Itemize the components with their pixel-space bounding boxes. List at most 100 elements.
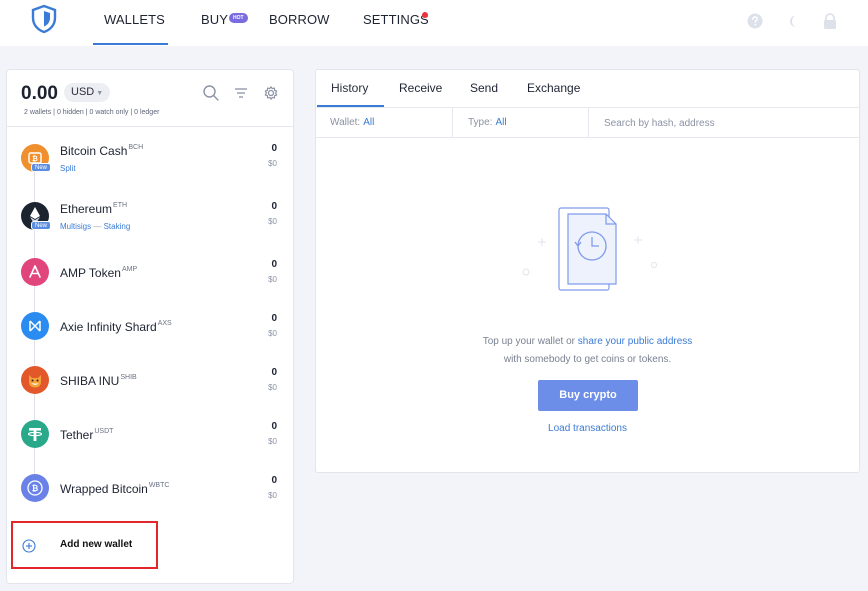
wallet-ticker: AMP	[121, 266, 138, 273]
wallet-amount: 0	[271, 143, 277, 154]
wallet-amount: 0	[271, 475, 277, 486]
wallet-fiat: $0	[268, 437, 277, 446]
moon-icon[interactable]	[784, 12, 802, 30]
wallet-ticker: WBTC	[148, 482, 170, 489]
wallet-fiat: $0	[268, 159, 277, 168]
type-filter-dropdown[interactable]: Type: All	[468, 108, 507, 138]
nav-buy[interactable]: BUY	[201, 12, 228, 27]
tab-active-underline	[317, 105, 384, 107]
wallets-summary: 0.00 USD ▼ 2 wallets | 0 hidden | 0 watch…	[7, 70, 293, 127]
svg-text:₿: ₿	[32, 155, 38, 163]
tab-history[interactable]: History	[331, 81, 368, 95]
transactions-panel: History Receive Send Exchange Wallet: All…	[315, 69, 860, 473]
lock-icon[interactable]	[821, 12, 839, 30]
transaction-filters: Wallet: All Type: All	[316, 108, 859, 138]
wallet-row-bitcoin-cash[interactable]: ₿ New Bitcoin CashBCH Split 0 $0	[7, 128, 293, 182]
wallet-fiat: $0	[268, 217, 277, 226]
filter-divider	[588, 108, 589, 138]
wallet-row-shiba-inu[interactable]: SHIBA INUSHIB 0 $0	[7, 352, 293, 406]
wallet-amount: 0	[271, 201, 277, 212]
transaction-search-input[interactable]	[604, 115, 844, 131]
wallet-name-text: Bitcoin Cash	[60, 144, 128, 158]
wallet-amount: 0	[271, 259, 277, 270]
sub-separator: —	[93, 222, 102, 231]
nav-settings[interactable]: SETTINGS	[363, 12, 429, 27]
wallet-filter-dropdown[interactable]: Wallet: All	[330, 108, 374, 138]
svg-text:₿: ₿	[32, 484, 39, 493]
settings-notification-dot	[422, 12, 428, 18]
wallet-sub-links: Multisigs — Staking	[60, 222, 130, 231]
wallet-amount: 0	[271, 421, 277, 432]
search-icon[interactable]	[202, 84, 220, 102]
nav-borrow[interactable]: BORROW	[269, 12, 330, 27]
nav-wallets[interactable]: WALLETS	[104, 12, 165, 27]
empty-history-illustration-icon	[522, 207, 657, 291]
chevron-down-icon: ▼	[96, 90, 104, 97]
add-new-wallet-label: Add new wallet	[60, 539, 133, 550]
wallet-fiat: $0	[268, 275, 277, 284]
wallet-split-link[interactable]: Split	[60, 164, 76, 173]
load-transactions-link[interactable]: Load transactions	[316, 423, 859, 434]
wallet-row-ethereum[interactable]: New EthereumETH Multisigs — Staking 0 $0	[7, 186, 293, 240]
wallet-row-axie-infinity-shard[interactable]: Axie Infinity ShardAXS 0 $0	[7, 298, 293, 352]
staking-link[interactable]: Staking	[104, 222, 131, 231]
new-badge: New	[31, 163, 52, 172]
wallet-ticker: SHIB	[120, 374, 137, 381]
hot-badge: HOT	[229, 13, 248, 23]
wallet-name-text: Wrapped Bitcoin	[60, 482, 148, 496]
wallet-name: TetherUSDT	[60, 428, 113, 442]
wallet-name-text: Ethereum	[60, 202, 113, 216]
amp-icon	[21, 258, 49, 286]
multisigs-link[interactable]: Multisigs	[60, 222, 91, 231]
wallet-ticker: AXS	[157, 320, 172, 327]
new-badge: New	[31, 221, 52, 230]
wallet-row-tether[interactable]: TetherUSDT 0 $0	[7, 406, 293, 460]
wallet-ticker: USDT	[94, 428, 114, 435]
wallet-amount: 0	[271, 367, 277, 378]
tab-receive[interactable]: Receive	[399, 81, 442, 95]
wallet-name-text: AMP Token	[60, 266, 121, 280]
buy-crypto-button[interactable]: Buy crypto	[538, 380, 638, 411]
wallet-filter-value: All	[363, 117, 375, 128]
shiba-inu-icon	[21, 366, 49, 394]
wallet-fiat: $0	[268, 491, 277, 500]
wallet-filter-label: Wallet:	[330, 117, 361, 128]
wallet-stats: 2 wallets | 0 hidden | 0 watch only | 0 …	[24, 109, 160, 116]
share-address-link[interactable]: share your public address	[578, 336, 693, 347]
type-filter-value: All	[495, 117, 507, 128]
transaction-tabs: History Receive Send Exchange	[316, 70, 859, 108]
wallet-row-wrapped-bitcoin[interactable]: ₿ Wrapped BitcoinWBTC 0 $0	[7, 460, 293, 514]
empty-state-message: Top up your wallet or share your public …	[316, 336, 859, 347]
help-icon[interactable]	[746, 12, 764, 30]
wallet-ticker: BCH	[128, 144, 144, 151]
wallet-fiat: $0	[268, 383, 277, 392]
wallet-name: Bitcoin CashBCH	[60, 144, 143, 158]
empty-state-message-2: with somebody to get coins or tokens.	[503, 354, 672, 365]
tether-icon	[21, 420, 49, 448]
filter-divider	[452, 108, 453, 138]
shield-logo-icon[interactable]	[31, 4, 57, 34]
wallet-name-text: Axie Infinity Shard	[60, 320, 157, 334]
wallet-name-text: SHIBA INU	[60, 374, 120, 388]
tab-send[interactable]: Send	[470, 81, 498, 95]
tab-exchange[interactable]: Exchange	[527, 81, 580, 95]
wallet-fiat: $0	[268, 329, 277, 338]
top-navigation-bar: WALLETS BUY HOT BORROW SETTINGS	[0, 0, 868, 46]
empty-state-text: Top up your wallet or	[482, 336, 575, 347]
gear-icon[interactable]	[262, 84, 280, 102]
wallet-row-amp-token[interactable]: AMP TokenAMP 0 $0	[7, 244, 293, 298]
currency-selector[interactable]: USD ▼	[64, 83, 111, 102]
wallet-name: Axie Infinity ShardAXS	[60, 320, 172, 334]
wrapped-bitcoin-icon: ₿	[21, 474, 49, 502]
add-new-wallet-button[interactable]: Add new wallet	[11, 521, 158, 569]
nav-active-underline	[93, 43, 168, 45]
wallet-name: Wrapped BitcoinWBTC	[60, 482, 169, 496]
wallet-name: SHIBA INUSHIB	[60, 374, 137, 388]
axs-icon	[21, 312, 49, 340]
wallet-name: EthereumETH	[60, 202, 127, 216]
wallet-ticker: ETH	[113, 202, 128, 209]
filter-icon[interactable]	[232, 84, 250, 102]
wallet-name-text: Tether	[60, 428, 94, 442]
wallets-panel: 0.00 USD ▼ 2 wallets | 0 hidden | 0 watch…	[6, 69, 294, 584]
type-filter-label: Type:	[468, 117, 493, 128]
